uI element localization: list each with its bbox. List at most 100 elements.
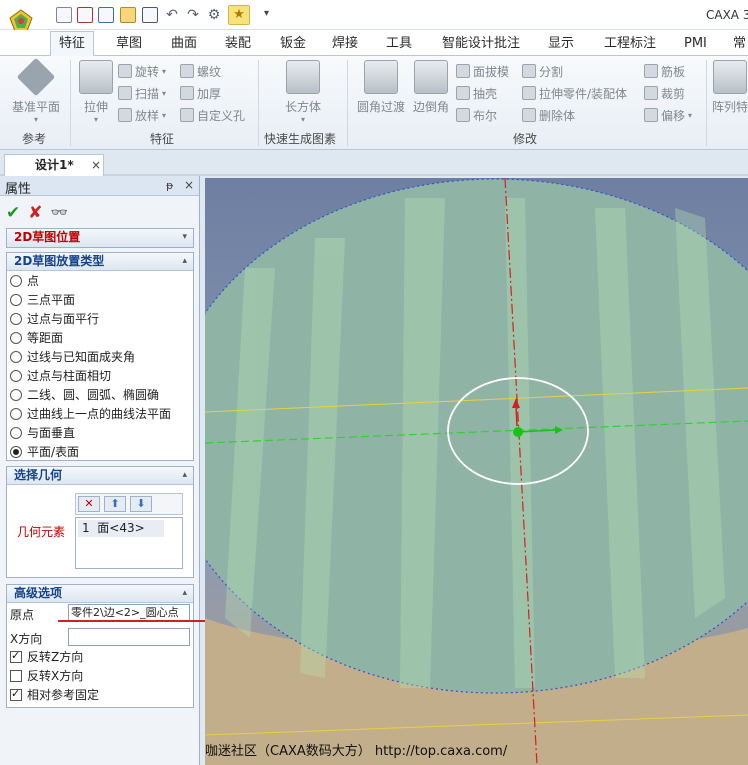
- checkbox-reverse-x[interactable]: 反转X方向: [7, 666, 193, 685]
- tab-feature[interactable]: 特征: [50, 31, 95, 57]
- checkbox[interactable]: [10, 669, 22, 682]
- geometry-list[interactable]: 1 面<43>: [75, 517, 183, 569]
- section-sketch-position[interactable]: 2D草图位置 ▾: [6, 228, 194, 248]
- tab-surface[interactable]: 曲面: [163, 34, 205, 56]
- undo-icon[interactable]: ↶: [163, 6, 181, 24]
- thread-label: 螺纹: [197, 64, 222, 79]
- radio-curve-normal[interactable]: 过曲线上一点的曲线法平面: [7, 404, 193, 423]
- delete-icon[interactable]: ✕: [78, 496, 100, 512]
- chevron-up-icon[interactable]: ▴: [182, 253, 187, 270]
- extrude-button[interactable]: 拉伸 ▾: [76, 60, 116, 124]
- radio-button-selected[interactable]: [10, 445, 22, 458]
- chamfer-button[interactable]: 边倒角: [410, 60, 452, 115]
- box-button[interactable]: 长方体 ▾: [278, 60, 328, 124]
- cancel-icon[interactable]: ✘: [28, 203, 42, 223]
- radio-button[interactable]: [10, 293, 22, 306]
- move-down-icon[interactable]: ⬇: [130, 496, 152, 512]
- radio-three-point-plane[interactable]: 三点平面: [7, 290, 193, 309]
- radio-button[interactable]: [10, 350, 22, 363]
- radio-label: 与面垂直: [27, 426, 76, 440]
- trim-button[interactable]: 裁剪: [644, 84, 685, 102]
- checkbox-fixed-reference[interactable]: 相对参考固定: [7, 685, 193, 704]
- sweep-button[interactable]: 扫描 ▾: [118, 84, 166, 102]
- split-button[interactable]: 分割: [522, 62, 563, 80]
- fillet-button[interactable]: 圆角过渡: [354, 60, 408, 115]
- radio-perpendicular[interactable]: 与面垂直: [7, 423, 193, 442]
- boolean-button[interactable]: 布尔: [456, 106, 497, 124]
- radio-button[interactable]: [10, 369, 22, 382]
- datum-plane-button[interactable]: 基准平面 ▾: [6, 57, 66, 124]
- section-header[interactable]: 2D草图放置类型 ▴: [7, 253, 193, 271]
- selected-face[interactable]: [205, 178, 748, 694]
- redo-icon[interactable]: ↷: [184, 6, 202, 24]
- radio-point-tangent[interactable]: 过点与柱面相切: [7, 366, 193, 385]
- save-icon[interactable]: [142, 7, 158, 23]
- radio-plane-surface[interactable]: 平面/表面: [7, 442, 193, 461]
- shell-button[interactable]: 抽壳: [456, 84, 497, 102]
- radio-offset-plane[interactable]: 等距面: [7, 328, 193, 347]
- radio-button[interactable]: [10, 388, 22, 401]
- thread-button[interactable]: 螺纹: [180, 62, 221, 80]
- section-header[interactable]: 选择几何 ▴: [7, 467, 193, 485]
- gear-icon[interactable]: ⚙: [205, 6, 223, 24]
- checkbox[interactable]: [10, 687, 22, 701]
- radio-button[interactable]: [10, 426, 22, 439]
- xdir-field[interactable]: [68, 628, 190, 646]
- radio-button[interactable]: [10, 407, 22, 420]
- document-tab[interactable]: 设计1* ×: [4, 154, 104, 176]
- list-item[interactable]: 1 面<43>: [78, 520, 164, 537]
- radio-point-parallel[interactable]: 过点与面平行: [7, 309, 193, 328]
- tab-smart-annotation[interactable]: 智能设计批注: [434, 34, 528, 56]
- tab-welding[interactable]: 焊接: [324, 34, 366, 56]
- pin-icon[interactable]: ᵽ: [166, 179, 173, 192]
- tab-dimension[interactable]: 工程标注: [596, 34, 664, 56]
- section-header[interactable]: 2D草图位置 ▾: [7, 229, 193, 247]
- tab-pmi[interactable]: PMI: [676, 34, 715, 56]
- checkbox-reverse-z[interactable]: 反转Z方向: [7, 647, 193, 666]
- new-file-icon[interactable]: [56, 7, 72, 23]
- confirm-icon[interactable]: ✔: [6, 203, 20, 223]
- 3d-viewport[interactable]: [205, 178, 748, 765]
- radio-point[interactable]: 点: [7, 271, 193, 290]
- array-button[interactable]: 阵列特: [712, 60, 748, 115]
- rotate-button[interactable]: 旋转 ▾: [118, 62, 166, 80]
- radio-button[interactable]: [10, 312, 22, 325]
- geometry-label: 几何元素: [17, 525, 66, 539]
- chevron-up-icon[interactable]: ▴: [182, 585, 187, 602]
- offset-button[interactable]: 偏移 ▾: [644, 106, 692, 124]
- ribbon-panel: 基准平面 ▾ 参考 拉伸 ▾ 旋转 ▾ 扫描 ▾ 放样 ▾ 螺纹 加厚 自定义孔 特征…: [0, 56, 748, 150]
- radio-button[interactable]: [10, 331, 22, 344]
- radio-line-angle[interactable]: 过线与已知面成夹角: [7, 347, 193, 366]
- tab-assembly[interactable]: 装配: [217, 34, 259, 56]
- chamfer-label: 边倒角: [412, 100, 449, 114]
- group-divider: [347, 60, 348, 146]
- tab-sheetmetal[interactable]: 钣金: [272, 34, 314, 56]
- move-up-icon[interactable]: ⬆: [104, 496, 126, 512]
- stretch-part-button[interactable]: 拉伸零件/装配体: [522, 84, 627, 102]
- loft-button[interactable]: 放样 ▾: [118, 106, 166, 124]
- rib-button[interactable]: 筋板: [644, 62, 685, 80]
- preview-icon[interactable]: 👓: [51, 205, 68, 221]
- chevron-down-icon[interactable]: ▾: [182, 229, 187, 246]
- draft-button[interactable]: 面拔模: [456, 62, 509, 80]
- close-icon[interactable]: ×: [91, 155, 101, 176]
- tab-sketch[interactable]: 草图: [108, 34, 150, 56]
- rotate-label: 旋转: [135, 64, 160, 79]
- custom-hole-button[interactable]: 自定义孔: [180, 106, 245, 124]
- delete-body-button[interactable]: 删除体: [522, 106, 575, 124]
- radio-button[interactable]: [10, 274, 22, 287]
- radio-two-lines[interactable]: 二线、圆、圆弧、椭圆确: [7, 385, 193, 404]
- chevron-up-icon[interactable]: ▴: [182, 467, 187, 484]
- tab-common[interactable]: 常: [725, 34, 748, 56]
- checkbox[interactable]: [10, 649, 22, 663]
- customize-toolbar-chevron-icon[interactable]: ▾: [264, 8, 269, 19]
- close-icon[interactable]: ×: [184, 178, 194, 192]
- thicken-button[interactable]: 加厚: [180, 84, 221, 102]
- new-part-icon[interactable]: [77, 7, 93, 23]
- open-folder-icon[interactable]: [120, 7, 136, 23]
- section-header[interactable]: 高级选项 ▴: [7, 585, 193, 603]
- smart-design-icon[interactable]: ★: [228, 5, 250, 25]
- tab-tools[interactable]: 工具: [378, 34, 420, 56]
- new-drawing-icon[interactable]: [98, 7, 114, 23]
- tab-display[interactable]: 显示: [540, 34, 582, 56]
